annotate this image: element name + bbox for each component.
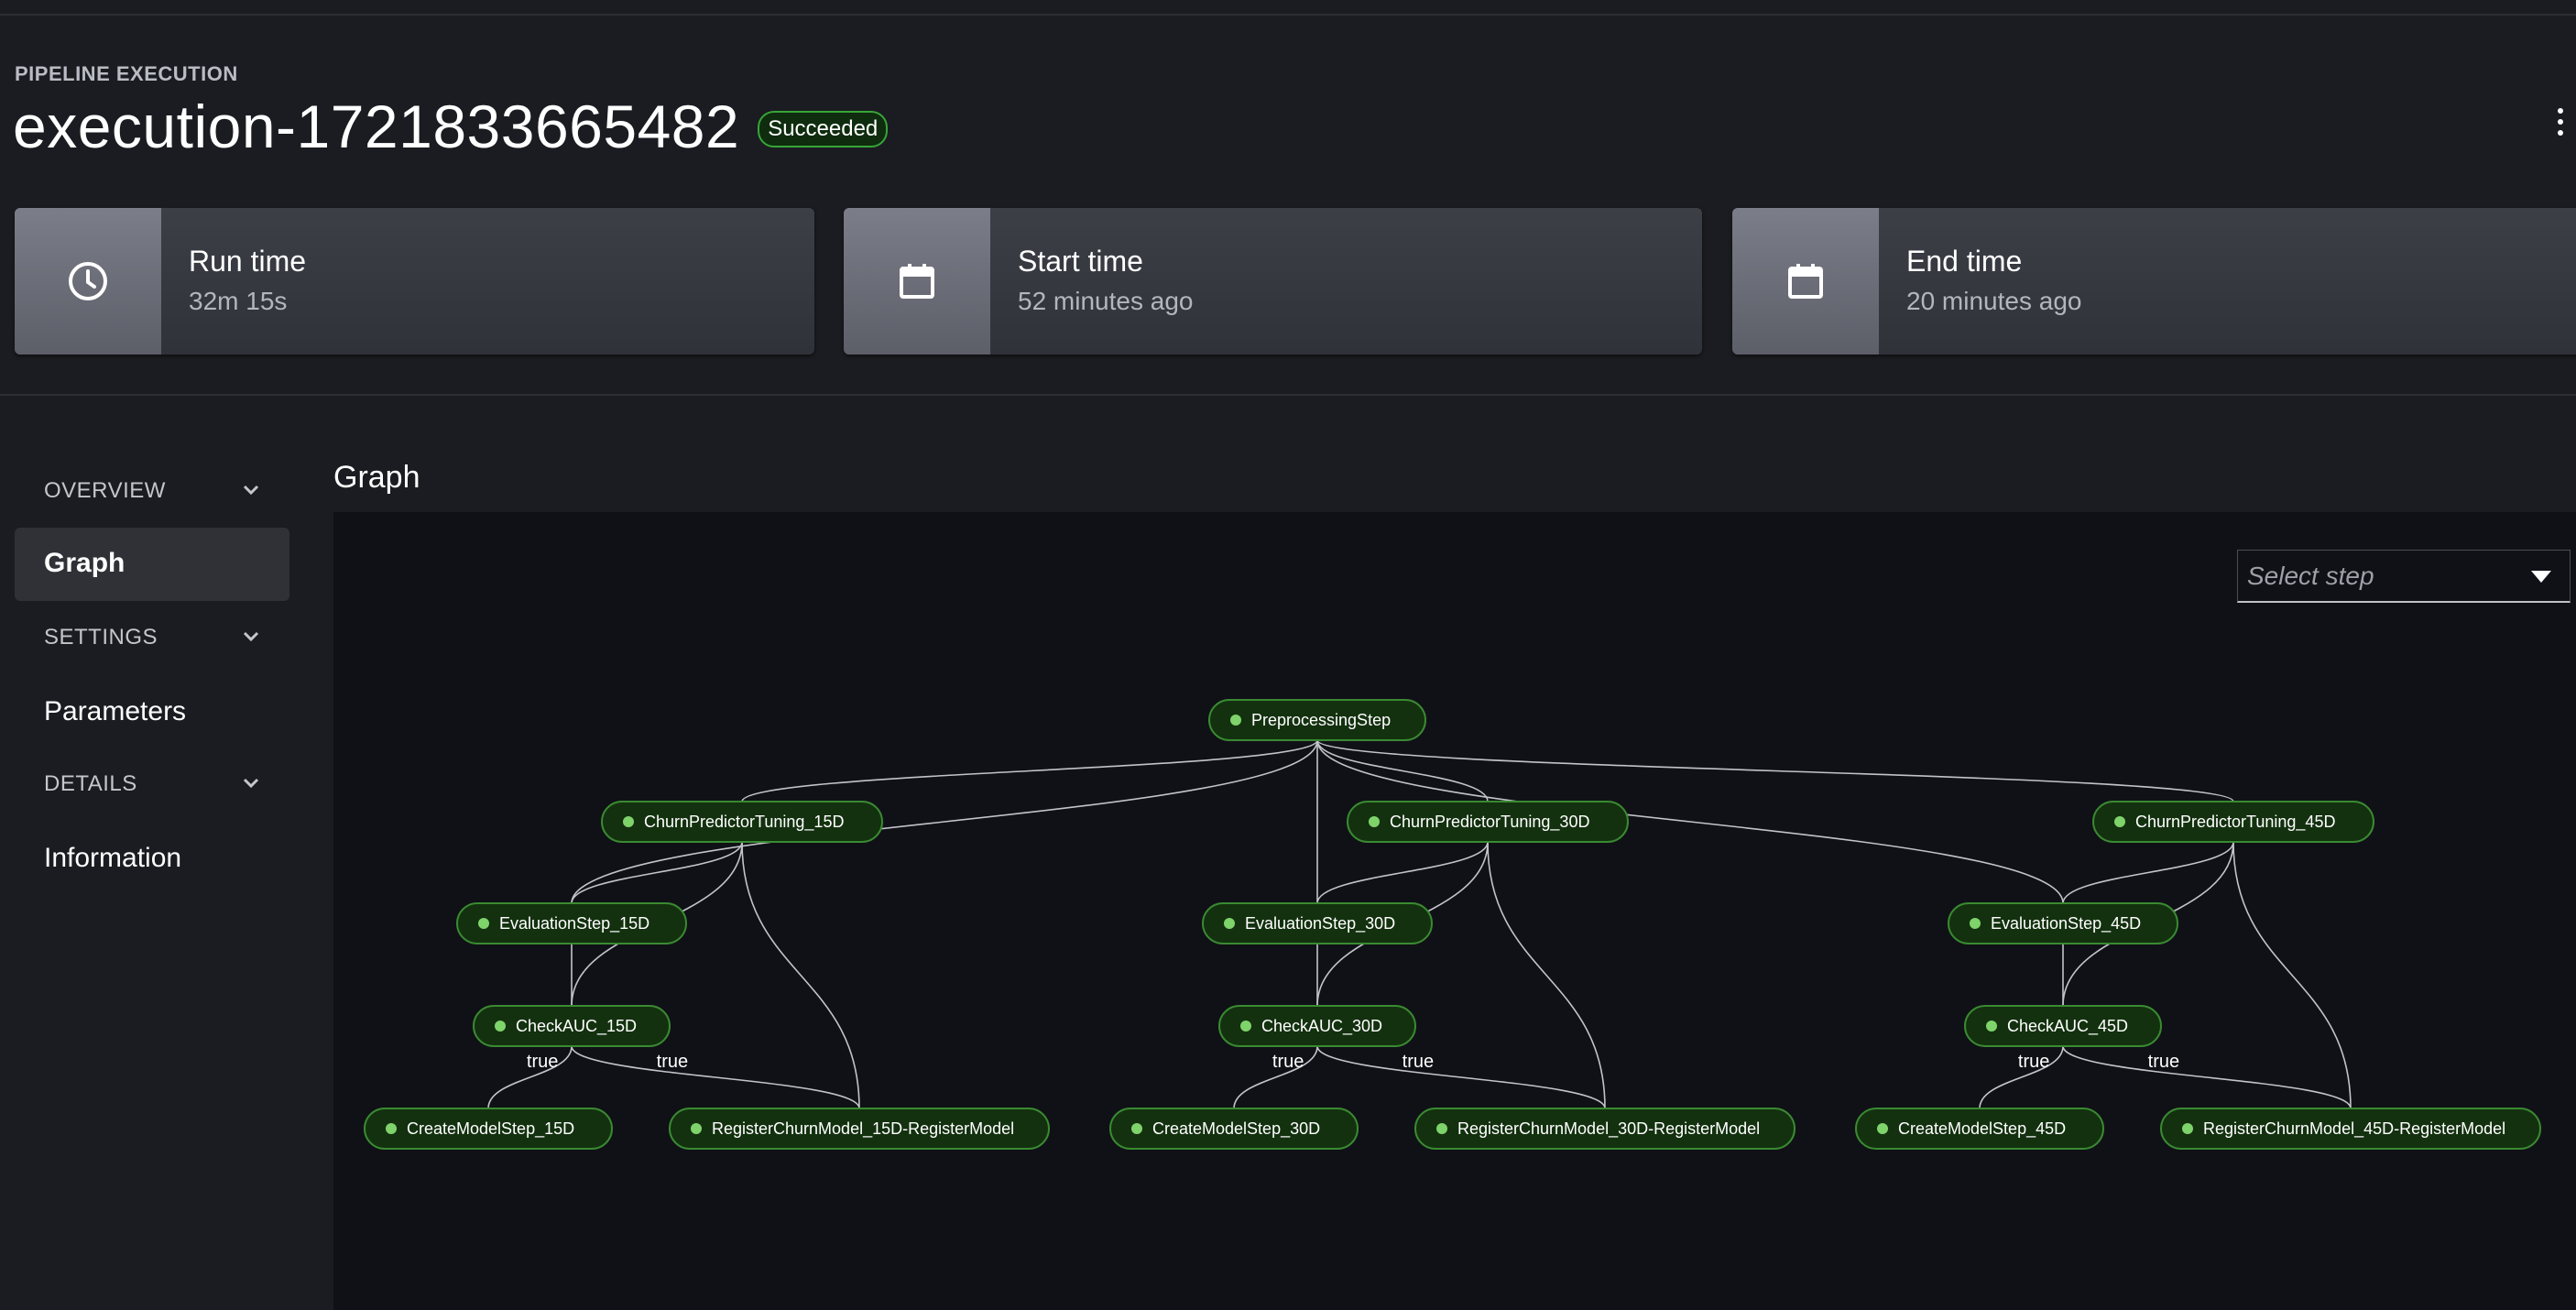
node-label: CheckAUC_45D <box>2007 1017 2128 1036</box>
node-label: RegisterChurnModel_15D-RegisterModel <box>712 1119 1014 1139</box>
graph-node-t30[interactable]: ChurnPredictorTuning_30D <box>1347 801 1629 843</box>
graph-node-c45[interactable]: CheckAUC_45D <box>1964 1005 2162 1047</box>
node-label: PreprocessingStep <box>1251 711 1391 729</box>
status-dot-icon <box>1877 1123 1888 1134</box>
status-dot-icon <box>1224 918 1235 929</box>
graph-edge <box>1316 739 1489 802</box>
status-dot-icon <box>495 1021 506 1032</box>
status-dot-icon <box>2114 816 2125 827</box>
graph-edge <box>2062 1045 2352 1109</box>
edge-label: true <box>2148 1052 2179 1072</box>
graph-edge <box>1316 841 1489 904</box>
graph-node-cm15[interactable]: CreateModelStep_15D <box>364 1108 613 1150</box>
status-dot-icon <box>2182 1123 2193 1134</box>
edge-label: true <box>2018 1052 2049 1072</box>
graph-node-cm45[interactable]: CreateModelStep_45D <box>1855 1108 2104 1150</box>
graph-node-t45[interactable]: ChurnPredictorTuning_45D <box>2092 801 2374 843</box>
status-dot-icon <box>478 918 489 929</box>
status-dot-icon <box>1436 1123 1447 1134</box>
status-dot-icon <box>1986 1021 1997 1032</box>
graph-node-r30[interactable]: RegisterChurnModel_30D-RegisterModel <box>1414 1108 1796 1150</box>
graph-edge <box>571 1045 860 1109</box>
graph-edge <box>1487 841 1606 1109</box>
node-label: RegisterChurnModel_45D-RegisterModel <box>2203 1119 2505 1139</box>
graph-node-pre[interactable]: PreprocessingStep <box>1208 699 1426 741</box>
graph-node-t15[interactable]: ChurnPredictorTuning_15D <box>601 801 883 843</box>
node-label: CreateModelStep_15D <box>407 1119 574 1139</box>
graph-node-e45[interactable]: EvaluationStep_45D <box>1948 902 2178 944</box>
node-label: CreateModelStep_45D <box>1898 1119 2066 1139</box>
graph-node-e30[interactable]: EvaluationStep_30D <box>1202 902 1433 944</box>
graph-node-e15[interactable]: EvaluationStep_15D <box>456 902 687 944</box>
node-label: ChurnPredictorTuning_45D <box>2135 813 2335 832</box>
graph-edge <box>2062 841 2234 904</box>
graph-node-r15[interactable]: RegisterChurnModel_15D-RegisterModel <box>669 1108 1050 1150</box>
graph-node-c15[interactable]: CheckAUC_15D <box>473 1005 671 1047</box>
status-dot-icon <box>691 1123 702 1134</box>
edge-label: true <box>657 1052 688 1072</box>
edge-label: true <box>527 1052 558 1072</box>
node-label: ChurnPredictorTuning_30D <box>1390 813 1589 832</box>
graph-edge <box>741 841 860 1109</box>
node-label: EvaluationStep_30D <box>1245 914 1395 933</box>
edge-label: true <box>1403 1052 1434 1072</box>
node-label: CreateModelStep_30D <box>1152 1119 1320 1139</box>
graph-edge <box>741 739 1318 802</box>
graph-edge <box>571 841 743 904</box>
status-dot-icon <box>623 816 634 827</box>
node-label: EvaluationStep_15D <box>499 914 649 933</box>
status-dot-icon <box>1369 816 1380 827</box>
graph-edge <box>1316 1045 1606 1109</box>
status-dot-icon <box>1240 1021 1251 1032</box>
graph-edge <box>2232 841 2352 1109</box>
node-label: EvaluationStep_45D <box>1991 914 2141 933</box>
status-dot-icon <box>1970 918 1981 929</box>
status-dot-icon <box>1131 1123 1142 1134</box>
status-dot-icon <box>1230 715 1241 726</box>
node-label: ChurnPredictorTuning_15D <box>644 813 844 832</box>
node-label: RegisterChurnModel_30D-RegisterModel <box>1457 1119 1760 1139</box>
select-step-dropdown[interactable]: Select step <box>2237 550 2571 603</box>
select-step-placeholder: Select step <box>2247 562 2374 590</box>
node-label: CheckAUC_15D <box>516 1017 637 1036</box>
graph-node-r45[interactable]: RegisterChurnModel_45D-RegisterModel <box>2160 1108 2541 1150</box>
caret-down-icon <box>2531 571 2551 583</box>
status-dot-icon <box>386 1123 397 1134</box>
edge-label: true <box>1272 1052 1304 1072</box>
graph-node-cm30[interactable]: CreateModelStep_30D <box>1109 1108 1359 1150</box>
node-label: CheckAUC_30D <box>1261 1017 1382 1036</box>
pipeline-graph: true true true true true true PreprocessingSte… <box>364 699 2541 1150</box>
graph-node-c30[interactable]: CheckAUC_30D <box>1218 1005 1416 1047</box>
